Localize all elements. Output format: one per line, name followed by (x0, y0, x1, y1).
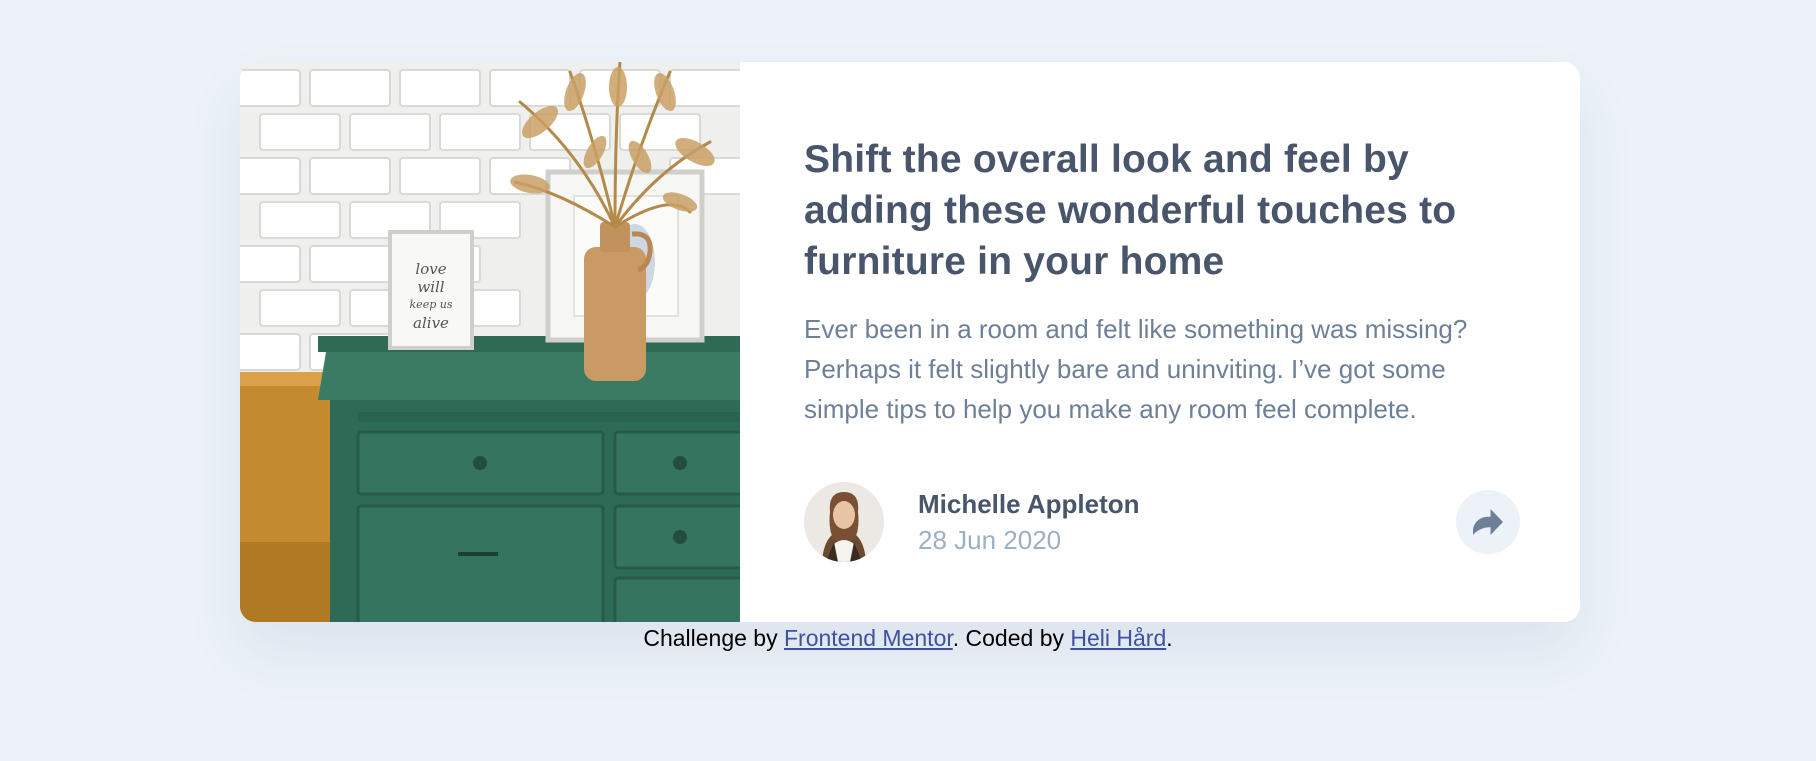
author-link[interactable]: Heli Hård (1070, 625, 1166, 651)
svg-text:keep us: keep us (410, 298, 453, 311)
article-image: love will keep us alive (240, 62, 740, 622)
author-row: Michelle Appleton 28 Jun 2020 (804, 482, 1520, 562)
article-card: love will keep us alive Shift the overal… (240, 62, 1580, 622)
attribution-suffix: . (1166, 625, 1173, 651)
svg-text:will: will (417, 278, 444, 296)
frontend-mentor-link[interactable]: Frontend Mentor (784, 625, 953, 651)
author-meta: Michelle Appleton 28 Jun 2020 (918, 486, 1456, 558)
drawers-illustration: love will keep us alive (240, 62, 740, 622)
attribution-prefix: Challenge by (643, 625, 784, 651)
author-avatar (804, 482, 884, 562)
author-name: Michelle Appleton (918, 489, 1140, 519)
publish-date: 28 Jun 2020 (918, 525, 1062, 555)
svg-text:alive: alive (413, 314, 449, 332)
svg-text:love: love (415, 260, 446, 278)
attribution-middle: . Coded by (952, 625, 1071, 651)
share-button[interactable] (1456, 490, 1520, 554)
article-description: Ever been in a room and felt like someth… (804, 314, 1468, 424)
attribution: Challenge by Frontend Mentor. Coded by H… (0, 622, 1816, 654)
article-content: Shift the overall look and feel by addin… (740, 62, 1580, 622)
avatar-photo (804, 482, 884, 562)
share-icon (1473, 509, 1503, 535)
article-title: Shift the overall look and feel by addin… (804, 138, 1457, 283)
